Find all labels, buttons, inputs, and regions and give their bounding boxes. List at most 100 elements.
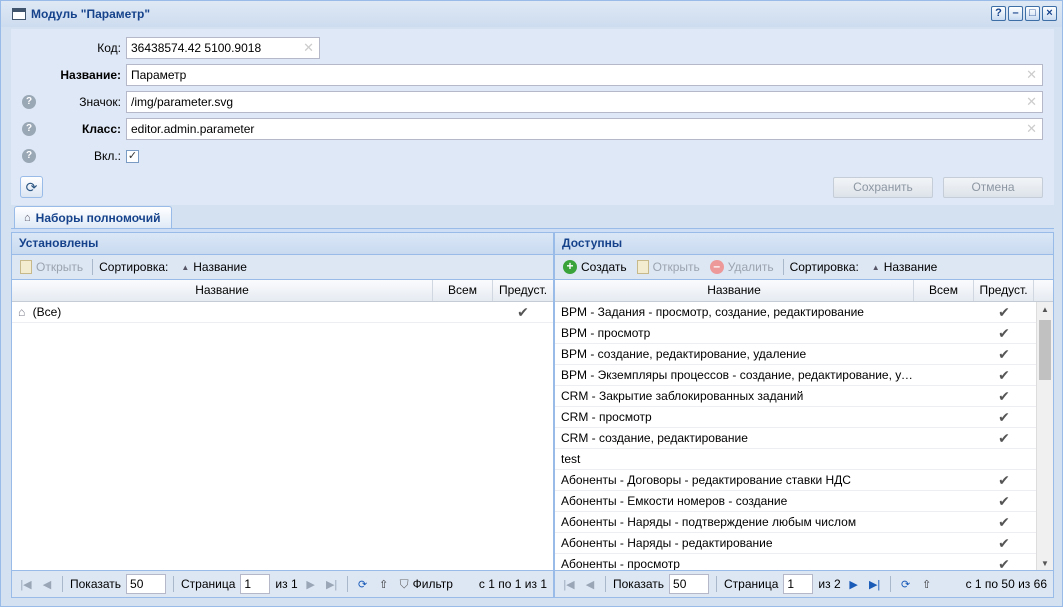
col-name-header[interactable]: Название <box>555 280 914 301</box>
name-field[interactable]: Параметр ✕ <box>126 64 1043 86</box>
clear-icon[interactable]: ✕ <box>1026 65 1037 85</box>
icon-field[interactable]: /img/parameter.svg ✕ <box>126 91 1043 113</box>
row-name: BPM - просмотр <box>561 326 651 340</box>
installed-grid-header: Название Всем Предуст. <box>12 280 553 302</box>
table-row[interactable]: ⌂ (Все) ✔ <box>12 302 553 323</box>
table-row[interactable]: BPM - создание, редактирование, удаление… <box>555 344 1036 365</box>
table-row[interactable]: Абоненты - Наряды - подтверждение любым … <box>555 512 1036 533</box>
filter-icon: ⛉ <box>399 576 409 591</box>
minimize-tool-button[interactable]: – <box>1008 6 1023 21</box>
window-icon <box>12 8 26 20</box>
sort-by-name-button[interactable]: ▲ Название <box>869 257 941 278</box>
prev-page-icon[interactable]: ◀ <box>39 578 55 591</box>
available-grid-body: BPM - Задания - просмотр, создание, реда… <box>555 302 1036 571</box>
row-all-cell <box>914 512 974 532</box>
page-input[interactable]: 1 <box>783 574 814 594</box>
row-all-cell <box>433 302 493 322</box>
class-value: editor.admin.parameter <box>131 122 255 136</box>
check-icon: ✔ <box>998 514 1010 530</box>
grid-scrollbar[interactable]: ▲ ▼ <box>1036 302 1053 571</box>
col-pred-header[interactable]: Предуст. <box>974 280 1034 301</box>
refresh-icon: ⟳ <box>25 179 38 195</box>
first-page-icon[interactable]: |◀ <box>561 578 577 591</box>
page-input[interactable]: 1 <box>240 574 271 594</box>
open-button[interactable]: Открыть <box>17 257 86 278</box>
toolbar-separator <box>92 259 94 275</box>
open-button[interactable]: Открыть <box>634 257 703 278</box>
cancel-button[interactable]: Отмена <box>943 177 1043 198</box>
table-row[interactable]: BPM - просмотр ✔ <box>555 323 1036 344</box>
refresh-button[interactable]: ⟳ <box>20 176 43 198</box>
check-icon: ✔ <box>998 430 1010 446</box>
table-row[interactable]: CRM - создание, редактирование ✔ <box>555 428 1036 449</box>
scrollbar-thumb[interactable] <box>1039 320 1051 380</box>
class-field[interactable]: editor.admin.parameter ✕ <box>126 118 1043 140</box>
filter-button[interactable]: ⛉ Фильтр <box>397 574 456 595</box>
refresh-icon[interactable]: ⟳ <box>355 578 371 591</box>
table-row[interactable]: BPM - Экземпляры процессов - создание, р… <box>555 365 1036 386</box>
icon-label: Значок: <box>79 95 121 109</box>
prev-page-icon[interactable]: ◀ <box>582 578 598 591</box>
code-label: Код: <box>97 41 121 55</box>
table-row[interactable]: CRM - просмотр ✔ <box>555 407 1036 428</box>
check-icon: ✔ <box>998 556 1010 571</box>
refresh-icon[interactable]: ⟳ <box>898 578 914 591</box>
create-button[interactable]: + Создать <box>560 257 630 278</box>
last-page-icon[interactable]: ▶| <box>324 578 340 591</box>
row-all-cell <box>914 491 974 511</box>
close-tool-button[interactable]: × <box>1042 6 1057 21</box>
scroll-down-icon[interactable]: ▼ <box>1037 559 1053 568</box>
sort-asc-icon: ▲ <box>181 262 190 272</box>
page-label: Страница <box>724 577 779 591</box>
code-value: 36438574.42 5100.9018 <box>131 41 262 55</box>
page-count: из 2 <box>818 577 841 591</box>
clear-icon[interactable]: ✕ <box>303 38 314 58</box>
name-value: Параметр <box>131 68 187 82</box>
sort-field-label: Название <box>193 260 247 274</box>
col-all-header[interactable]: Всем <box>433 280 493 301</box>
check-icon: ✔ <box>998 388 1010 404</box>
open-label: Открыть <box>36 260 84 274</box>
page-size-input[interactable]: 50 <box>669 574 710 594</box>
open-label: Открыть <box>652 260 700 274</box>
table-row[interactable]: Абоненты - Договоры - редактирование ста… <box>555 470 1036 491</box>
col-all-header[interactable]: Всем <box>914 280 974 301</box>
col-pred-header[interactable]: Предуст. <box>493 280 553 301</box>
title-bar[interactable]: Модуль "Параметр" ? – □ × <box>1 1 1062 27</box>
table-row[interactable]: Абоненты - просмотр ✔ <box>555 554 1036 571</box>
installed-panel: Установлены Открыть Сортировка: ▲ Назван… <box>11 232 554 598</box>
maximize-tool-button[interactable]: □ <box>1025 6 1040 21</box>
code-field[interactable]: 36438574.42 5100.9018 ✕ <box>126 37 320 59</box>
clear-icon[interactable]: ✕ <box>1026 92 1037 112</box>
basket-icon: ⌂ <box>18 305 26 319</box>
add-icon: + <box>563 260 577 274</box>
last-page-icon[interactable]: ▶| <box>867 578 883 591</box>
save-button[interactable]: Сохранить <box>833 177 933 198</box>
page-size-input[interactable]: 50 <box>126 574 167 594</box>
clear-icon[interactable]: ✕ <box>1026 119 1037 139</box>
next-page-icon[interactable]: ▶ <box>303 578 319 591</box>
export-icon[interactable]: ⇧ <box>376 578 392 591</box>
row-name: BPM - создание, редактирование, удаление <box>561 347 807 361</box>
delete-button[interactable]: – Удалить <box>707 257 777 278</box>
table-row[interactable]: test <box>555 449 1036 470</box>
available-toolbar: + Создать Открыть – Удалить Сортировка: … <box>555 255 1053 280</box>
table-row[interactable]: CRM - Закрытие заблокированных заданий ✔ <box>555 386 1036 407</box>
row-all-cell <box>914 386 974 406</box>
next-page-icon[interactable]: ▶ <box>846 578 862 591</box>
available-panel: Доступны + Создать Открыть – Удалить Сор… <box>554 232 1054 598</box>
scroll-up-icon[interactable]: ▲ <box>1037 305 1053 314</box>
table-row[interactable]: Абоненты - Емкости номеров - создание ✔ <box>555 491 1036 512</box>
available-pager: |◀ ◀ Показать 50 Страница 1 из 2 ▶ ▶| ⟳ … <box>555 570 1053 597</box>
module-window: Модуль "Параметр" ? – □ × Код: 36438574.… <box>0 0 1063 607</box>
col-name-header[interactable]: Название <box>12 280 433 301</box>
help-tool-button[interactable]: ? <box>991 6 1006 21</box>
export-icon[interactable]: ⇧ <box>919 578 935 591</box>
table-row[interactable]: BPM - Задания - просмотр, создание, реда… <box>555 302 1036 323</box>
first-page-icon[interactable]: |◀ <box>18 578 34 591</box>
filter-label: Фильтр <box>412 577 453 591</box>
sort-by-name-button[interactable]: ▲ Название <box>178 257 250 278</box>
enabled-checkbox[interactable]: ✓ <box>126 150 139 163</box>
table-row[interactable]: Абоненты - Наряды - редактирование ✔ <box>555 533 1036 554</box>
tab-permission-sets[interactable]: ⌂ Наборы полномочий <box>14 206 172 229</box>
